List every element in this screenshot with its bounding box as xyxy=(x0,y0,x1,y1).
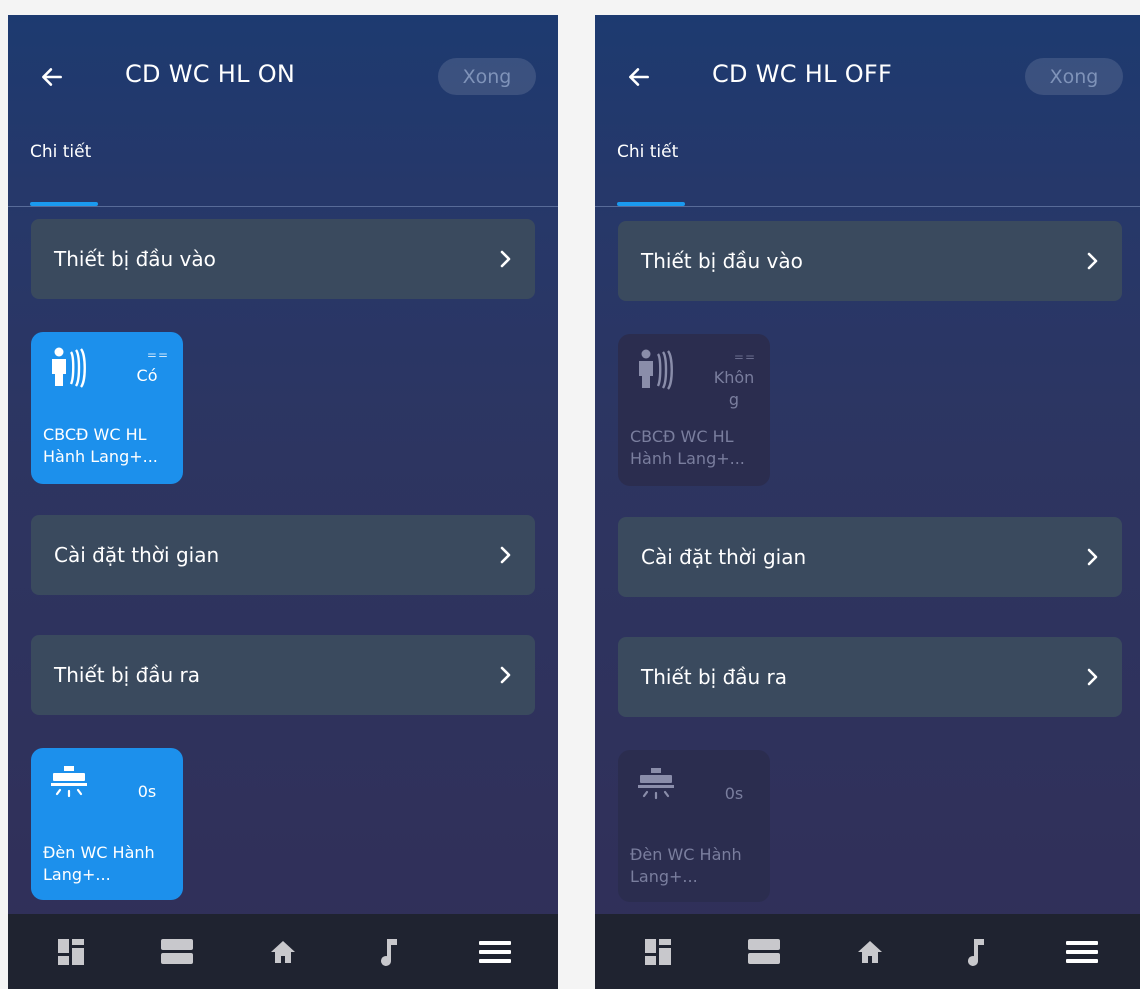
bottom-nav xyxy=(8,914,558,989)
arrow-left-icon xyxy=(42,68,62,86)
chevron-right-icon xyxy=(495,545,515,565)
nav-rooms[interactable] xyxy=(152,927,202,977)
delay-value: 0s xyxy=(137,782,157,801)
page-title: CD WC HL ON xyxy=(125,60,296,88)
dashboard-icon xyxy=(58,938,84,965)
row-label: Cài đặt thời gian xyxy=(54,543,220,567)
chevron-right-icon xyxy=(1082,251,1102,271)
home-icon xyxy=(271,940,295,963)
nav-music[interactable] xyxy=(951,927,1001,977)
motion-sensor-icon xyxy=(639,349,673,390)
rooms-icon xyxy=(161,938,193,964)
header: CD WC HL ON Xong xyxy=(8,15,558,140)
output-device-tile[interactable]: 0s Đèn WC Hành Lang+... xyxy=(31,748,183,900)
nav-menu[interactable] xyxy=(470,927,520,977)
condition-operator: == xyxy=(733,350,756,364)
music-icon xyxy=(968,938,984,966)
header: CD WC HL OFF Xong xyxy=(595,15,1140,140)
menu-icon xyxy=(479,940,511,963)
nav-menu[interactable] xyxy=(1057,927,1107,977)
chevron-right-icon xyxy=(495,665,515,685)
nav-rooms[interactable] xyxy=(739,927,789,977)
row-label: Thiết bị đầu ra xyxy=(641,665,788,689)
rooms-icon xyxy=(748,938,780,964)
screen-scene-on: CD WC HL ON Xong Chi tiết Thiết bị đầu v… xyxy=(8,15,558,989)
music-icon xyxy=(381,938,397,966)
menu-icon xyxy=(1066,940,1098,963)
row-label: Cài đặt thời gian xyxy=(641,545,807,569)
condition-value: Không xyxy=(713,368,755,409)
nav-music[interactable] xyxy=(364,927,414,977)
condition-value: Có xyxy=(136,366,158,385)
done-button[interactable]: Xong xyxy=(1025,58,1123,95)
tab-details[interactable]: Chi tiết xyxy=(617,142,678,162)
chevron-right-icon xyxy=(495,249,515,269)
device-name: CBCĐ WC HL Hành Lang+... xyxy=(43,425,158,466)
ceiling-light-icon xyxy=(51,766,87,798)
device-name: CBCĐ WC HL Hành Lang+... xyxy=(630,427,745,468)
done-button[interactable]: Xong xyxy=(438,58,536,95)
row-label: Thiết bị đầu ra xyxy=(54,663,201,687)
nav-dashboard[interactable] xyxy=(46,927,96,977)
input-device-tile[interactable]: == Có CBCĐ WC HL Hành Lang+... xyxy=(31,332,183,484)
nav-dashboard[interactable] xyxy=(633,927,683,977)
tab-details[interactable]: Chi tiết xyxy=(30,142,91,162)
time-settings-row[interactable]: Cài đặt thời gian xyxy=(31,515,535,595)
ceiling-light-icon xyxy=(638,768,674,800)
input-device-tile[interactable]: == Không CBCĐ WC HL Hành Lang+... xyxy=(618,334,770,486)
bottom-nav xyxy=(595,914,1140,989)
page-title: CD WC HL OFF xyxy=(712,60,893,88)
output-device-tile[interactable]: 0s Đèn WC Hành Lang+... xyxy=(618,750,770,902)
device-name: Đèn WC Hành Lang+... xyxy=(630,845,742,886)
arrow-left-icon xyxy=(629,68,649,86)
dashboard-icon xyxy=(645,938,671,965)
delay-value: 0s xyxy=(724,784,744,803)
input-devices-row[interactable]: Thiết bị đầu vào xyxy=(31,219,535,299)
tab-divider xyxy=(8,206,558,207)
back-button[interactable] xyxy=(619,57,659,97)
nav-home[interactable] xyxy=(845,927,895,977)
row-label: Thiết bị đầu vào xyxy=(641,249,803,273)
output-devices-row[interactable]: Thiết bị đầu ra xyxy=(618,637,1122,717)
condition-operator: == xyxy=(146,348,169,362)
chevron-right-icon xyxy=(1082,667,1102,687)
row-label: Thiết bị đầu vào xyxy=(54,247,216,271)
tab-divider xyxy=(595,206,1140,207)
device-name: Đèn WC Hành Lang+... xyxy=(43,843,155,884)
screen-scene-off: CD WC HL OFF Xong Chi tiết Thiết bị đầu … xyxy=(595,15,1140,989)
output-devices-row[interactable]: Thiết bị đầu ra xyxy=(31,635,535,715)
nav-home[interactable] xyxy=(258,927,308,977)
motion-sensor-icon xyxy=(52,347,86,388)
back-button[interactable] xyxy=(32,57,72,97)
input-devices-row[interactable]: Thiết bị đầu vào xyxy=(618,221,1122,301)
time-settings-row[interactable]: Cài đặt thời gian xyxy=(618,517,1122,597)
chevron-right-icon xyxy=(1082,547,1102,567)
home-icon xyxy=(858,940,882,963)
